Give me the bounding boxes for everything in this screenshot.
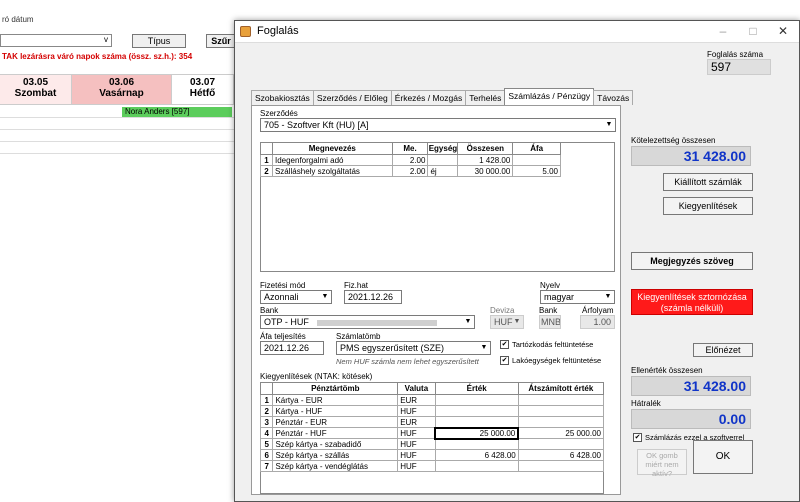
dialog-title: Foglalás xyxy=(257,25,299,37)
liability-total: 31 428.00 xyxy=(631,146,751,166)
title-bar[interactable]: Foglalás – □ ✕ xyxy=(235,21,799,43)
currency-label: Deviza xyxy=(490,306,515,315)
tab-arrival[interactable]: Érkezés / Mozgás xyxy=(390,90,467,105)
settlements-label: Kiegyenlítések (NTAK: kötések) xyxy=(260,372,373,381)
chevron-down-icon: ▼ xyxy=(321,293,329,300)
check-icon: ✔ xyxy=(500,356,509,365)
settlements-button[interactable]: Kiegyenlítések xyxy=(663,197,753,215)
chevron-down-icon: ▼ xyxy=(604,293,612,300)
storno-settlements-button[interactable]: Kiegyenlítések sztornózása (számla nélkü… xyxy=(631,289,753,315)
table-row[interactable]: 3 Pénztár - EUR EUR xyxy=(259,416,605,428)
address-checkbox[interactable]: ✔ Lakóegységek feltüntetése xyxy=(500,356,601,365)
bank-label: Bank xyxy=(260,306,279,315)
preview-button[interactable]: Előnézet xyxy=(693,343,753,357)
booking-number: 597 xyxy=(707,59,771,75)
table-row[interactable]: 5 Szép kártya - szabadidő HUF xyxy=(259,438,605,450)
booking-number-label: Foglalás száma xyxy=(707,50,764,59)
invoice-block-label: Számlatömb xyxy=(336,332,381,341)
type-button[interactable]: Típus xyxy=(132,34,186,48)
remaining-total: 0.00 xyxy=(631,409,751,429)
redacted-account xyxy=(317,319,438,326)
why-ok-inactive-button[interactable]: OK gomb miért nem aktív? xyxy=(637,449,687,478)
payment-method-label: Fizetési mód xyxy=(260,281,306,290)
invoice-block-select[interactable]: PMS egyszerűsített (SZE) ▼ xyxy=(336,341,491,355)
filter-button[interactable]: Szűr xyxy=(206,34,236,48)
counter-value-total: 31 428.00 xyxy=(631,376,751,396)
due-date-label: Fiz.hat xyxy=(344,281,369,290)
payment-method-select[interactable]: Azonnali ▼ xyxy=(260,290,332,304)
check-icon: ✔ xyxy=(633,433,642,442)
dialog-client: Foglalás száma 597 Szobakiosztás Szerződ… xyxy=(235,43,799,501)
booking-dialog: Foglalás – □ ✕ Foglalás száma 597 Szobak… xyxy=(234,20,800,502)
tab-billing[interactable]: Számlázás / Pénzügy xyxy=(504,88,595,105)
table-row[interactable]: 1 Kártya - EUR EUR xyxy=(259,394,605,406)
booking-bar[interactable]: Nora Anders [597] xyxy=(122,107,232,117)
check-icon: ✔ xyxy=(500,340,509,349)
day-column[interactable]: 03.07 Hétfő xyxy=(172,75,234,105)
table-row[interactable]: 4 Pénztár - HUF HUF 25 000.00 25 000.00 xyxy=(259,426,605,440)
invoice-block-hint: Nem HUF számla nem lehet egyszerűsített xyxy=(336,357,479,366)
ok-button[interactable]: OK xyxy=(693,440,753,474)
settlements-table: Pénztártömb Valuta Érték Átszámított ért… xyxy=(259,382,605,472)
bank-select[interactable]: OTP - HUF ▼ xyxy=(260,315,475,329)
table-row[interactable]: 6 Szép kártya - szállás HUF 6 428.00 6 428.0… xyxy=(259,449,605,461)
day-column[interactable]: 03.05 Szombat xyxy=(0,75,72,105)
billing-panel: Szerződés 705 - Szoftver Kft (HU) [A] ▼ M… xyxy=(251,105,621,495)
liability-label: Kötelezettség összesen xyxy=(631,136,716,145)
table-row[interactable]: 2 Szálláshely szolgáltatás 2.00 éj 30 00… xyxy=(260,165,561,177)
rate-bank-field: MNB xyxy=(539,315,561,329)
table-row[interactable]: 1 Idegenforgalmi adó 2.00 1 428.00 xyxy=(260,154,561,166)
counter-value-label: Ellenérték összesen xyxy=(631,366,703,375)
items-table: Megnevezés Me. Egység Összesen Áfa 1 Ide… xyxy=(260,142,561,177)
contract-select[interactable]: 705 - Szoftver Kft (HU) [A] ▼ xyxy=(260,118,616,132)
active-cell: 25 000.00 xyxy=(434,426,520,440)
date-combo[interactable]: v xyxy=(0,34,112,47)
tab-charges[interactable]: Terhelés xyxy=(465,90,506,105)
table-row[interactable]: 2 Kártya - HUF HUF xyxy=(259,405,605,417)
tab-contract[interactable]: Szerződés / Előleg xyxy=(312,90,392,105)
language-label: Nyelv xyxy=(540,281,561,290)
table-row[interactable]: 7 Szép kártya - vendéglátás HUF xyxy=(259,460,605,472)
currency-select: HUF ▼ xyxy=(490,315,524,329)
minimize-icon[interactable]: – xyxy=(709,23,737,40)
rate-bank-label: Bank xyxy=(539,306,558,315)
chevron-down-icon: ▼ xyxy=(464,318,472,325)
note-text-button[interactable]: Megjegyzés szöveg xyxy=(631,252,753,270)
tab-room-assignment[interactable]: Szobakiosztás xyxy=(251,90,314,105)
maximize-icon[interactable]: □ xyxy=(739,23,767,40)
date-label: ró dátum xyxy=(2,15,34,24)
rate-field: 1.00 xyxy=(580,315,615,329)
stay-checkbox[interactable]: ✔ Tartózkodás feltüntetése xyxy=(500,340,593,349)
ntak-warning: TAK lezárásra váró napok száma (össz. sz… xyxy=(2,52,193,61)
language-select[interactable]: magyar ▼ xyxy=(540,290,615,304)
due-date-field[interactable]: 2021.12.26 xyxy=(344,290,402,304)
chevron-down-icon: ▼ xyxy=(480,344,488,351)
chevron-down-icon: ▼ xyxy=(605,121,613,128)
issued-invoices-button[interactable]: Kiállított számlák xyxy=(663,173,753,191)
remaining-label: Hátralék xyxy=(631,399,661,408)
app-icon xyxy=(240,26,251,37)
contract-label: Szerződés xyxy=(260,109,298,118)
vat-date-field[interactable]: 2021.12.26 xyxy=(260,341,324,355)
vat-date-label: Áfa teljesítés xyxy=(260,332,306,341)
chevron-down-icon: ▼ xyxy=(513,318,521,325)
rate-label: Árfolyam xyxy=(582,306,614,315)
tab-departure[interactable]: Távozás xyxy=(593,90,634,105)
day-column[interactable]: 03.06 Vasárnap xyxy=(72,75,172,105)
close-icon[interactable]: ✕ xyxy=(769,23,797,40)
tab-strip: Szobakiosztás Szerződés / Előleg Érkezés… xyxy=(251,88,634,105)
